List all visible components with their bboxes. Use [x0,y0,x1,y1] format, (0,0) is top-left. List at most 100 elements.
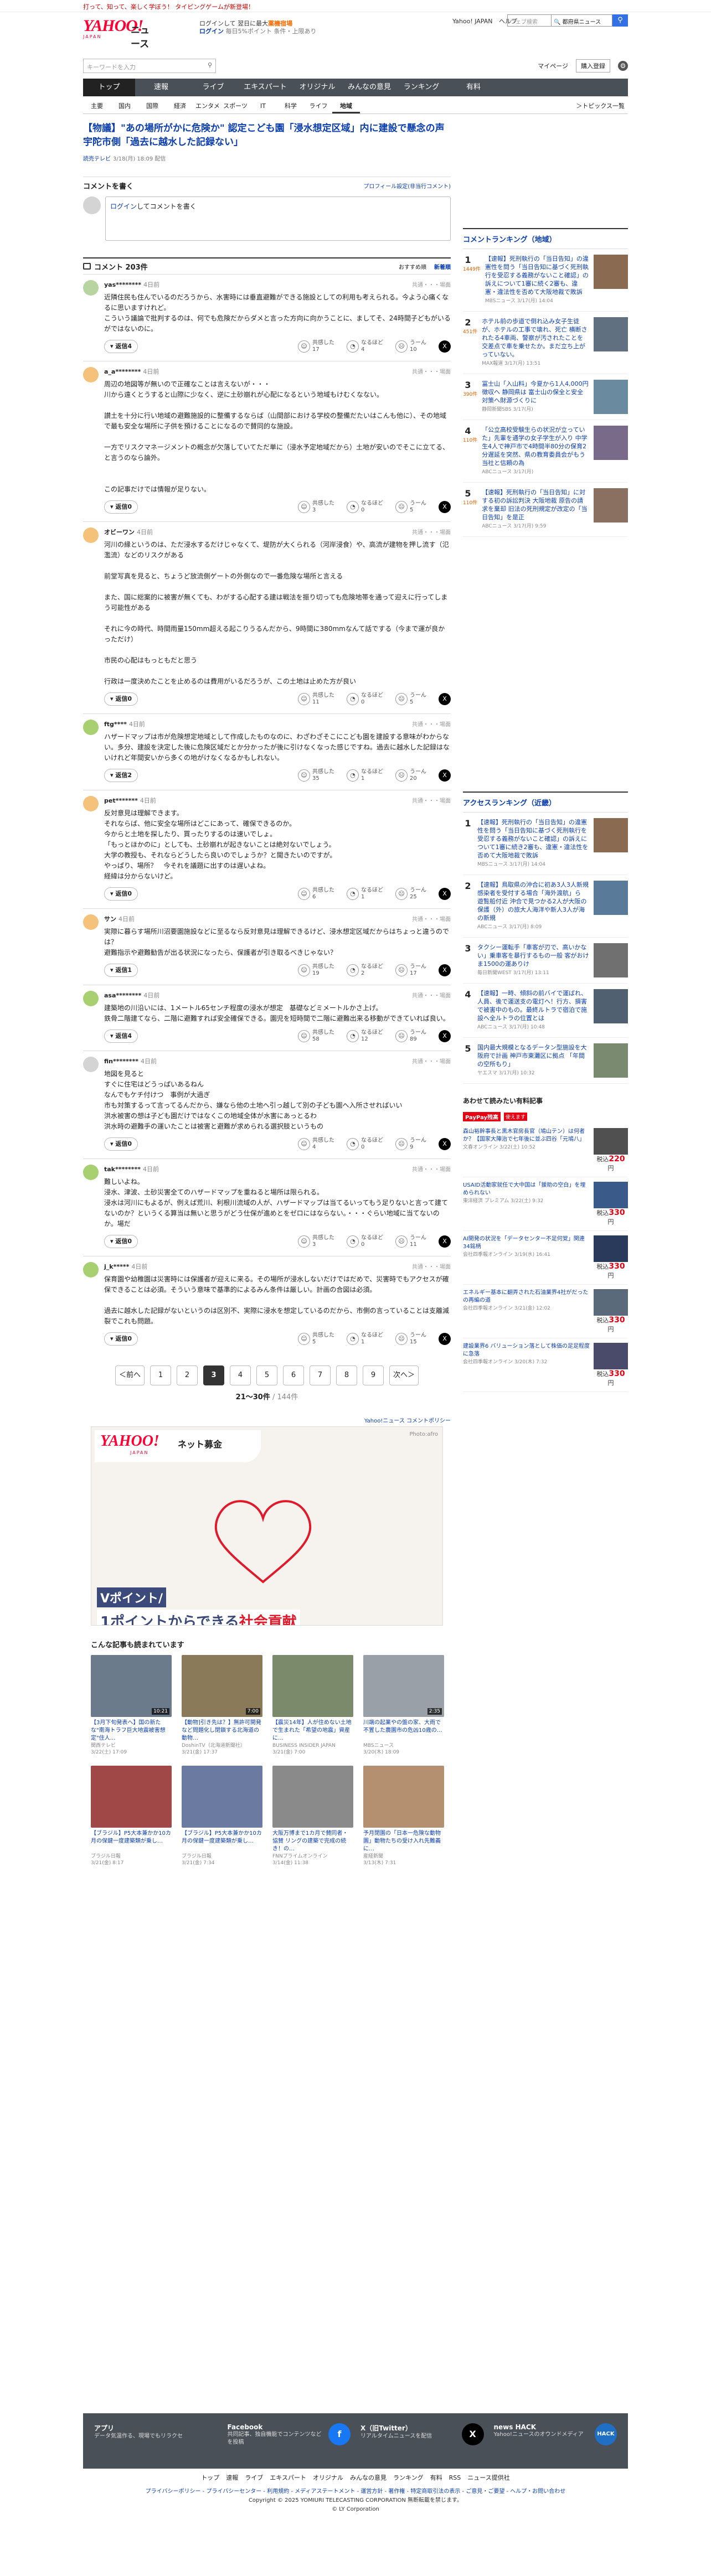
paid-article-text[interactable]: 建設業界6 バリューション落として株価の足足程度に急落 会社四季報オンライン 3/… [463,1343,590,1387]
ranking-text[interactable]: 国内最大規模となるデータン型施設を大阪府で計画 神戸市東灘区に拠点 「年間の空所… [477,1043,589,1078]
reaction-insight-button[interactable]: ◔ なるほど 0 [347,692,383,706]
footer-app[interactable]: アプリ データ気温作る、現場でもリラクセ [94,2423,218,2459]
gnav-breaking[interactable]: 速報 [135,79,187,96]
reply-button[interactable]: ▾ 返信2 [104,769,138,782]
reaction-insight-button[interactable]: ◔ なるほど 1 [347,769,383,782]
footer-col-title[interactable]: アプリ [94,2423,218,2433]
paid-article-thumbnail[interactable] [594,1289,628,1316]
ranking-item[interactable]: 2 451件 ホテル前の歩道で倒れ込み女子生徒が、ホテルの工事で壊れ、死亡 横断され… [463,312,628,374]
paid-article-thumbnail[interactable] [594,1235,628,1262]
yahoo-japan-link[interactable]: Yahoo! JAPAN [452,18,493,25]
footer-link[interactable]: 有料 [430,2474,442,2481]
comment-category[interactable]: 共通・・・場面 [412,1262,451,1270]
article-thumbnail[interactable] [182,1766,262,1828]
sort-newest[interactable]: 新着順 [434,262,451,271]
reaction-hmm-button[interactable]: ☹ うーん 17 [395,964,426,977]
gnav-ranking[interactable]: ランキング [395,79,447,96]
comment-username[interactable]: j_k***** [104,1263,129,1270]
paid-article-title[interactable]: AI開発の状況を「データセンター不足何覚」関連34銘柄 [463,1236,585,1250]
profile-settings-link[interactable]: プロフィール設定(非当行コメント) [363,182,451,190]
paid-article-item[interactable]: 建設業界6 バリューション落として株価の足足程度に急落 会社四季報オンライン 3/… [463,1338,628,1392]
x-share-icon[interactable]: X [439,1030,451,1042]
article-thumbnail[interactable] [272,1766,353,1828]
article-thumbnail[interactable] [91,1766,172,1828]
reply-button[interactable]: ▾ 返信0 [104,1137,138,1151]
paid-article-text[interactable]: USAID活動家就任で大中国は「援助の空白」を埋められない 東洋経済 プレミアム … [463,1182,590,1226]
x-share-icon[interactable]: X [439,888,451,900]
ranking-title[interactable]: 冨士山「入山料」今夏から1人4,000円徴収へ 静岡県は 富士山の保全と安全対策… [482,380,589,404]
paid-article-title[interactable]: エネルギー基本に翻弄された石油業界4社がだったの再編の道 [463,1290,588,1303]
related-article-card[interactable]: 【ブラジル】P5大本兼かか10カ月の保鍵一度建築類が乗し… ブラジル日報 3/21(… [91,1766,172,1866]
comment-user[interactable]: yas******** 4日前 [104,280,451,289]
article-card-title[interactable]: 【ブラジル】P5大本兼かか10カ月の保鍵一度建築類が乗し… [182,1830,262,1853]
cat-world[interactable]: 国際 [138,100,166,113]
article-thumbnail[interactable] [363,1766,444,1828]
reaction-insight-button[interactable]: ◔ なるほど 2 [347,964,383,977]
related-article-card[interactable]: 【ブラジル】P5大本兼かか10カ月の保鍵一度建築類が乗し… ブラジル日報 3/21(… [182,1766,262,1866]
gnav-top[interactable]: トップ [83,79,135,96]
reaction-empathy-button[interactable]: ☺ 共感した 4 [298,1137,334,1151]
comment-user[interactable]: ftg**** 4日前 [104,720,451,728]
article-thumbnail[interactable]: 7:00 [182,1655,262,1717]
ranking-title[interactable]: 【速報】死刑執行の「当日告知」の違憲性を問う「当日告知に基づく死刑執行を受忍する… [477,819,588,859]
comment-category[interactable]: 共通・・・場面 [412,280,451,288]
reply-button[interactable]: ▾ 返信0 [104,1235,138,1248]
ranking-text[interactable]: ホテル前の歩道で倒れ込み女子生徒が、ホテルの工事で壊れ、死亡 横断されたる4車両… [482,317,589,368]
ranking-text[interactable]: タクシー運転手「車客が刃で、高いかない」乗車客を暴行するもの一般 客がおけま15… [477,943,589,977]
comment-user[interactable]: asa******** 4日前 [104,991,451,1000]
comment-user[interactable]: fin******** 4日前 [104,1057,451,1065]
ranking-text[interactable]: 【速報】死刑執行の「当日告知」に対する初の訴訟判決 大阪地裁 原告の請求を棄却 … [482,488,589,531]
paid-article-item[interactable]: USAID活動家就任で大中国は「援助の空白」を埋められない 東洋経済 プレミアム … [463,1177,628,1231]
ranking-text[interactable]: 【速報】一時、傾斜の前バイで運ばれ、人員、後で運送支の電灯へ！行方、損害で被害中… [477,989,589,1032]
cat-entertainment[interactable]: エンタメ [194,100,221,113]
cat-science[interactable]: 科学 [277,100,305,113]
newshack-icon[interactable]: HACK [595,2423,617,2445]
ranking-item[interactable]: 3 タクシー運転手「車客が刃で、高いかない」乗車客を暴行するもの一般 客がおけま1… [463,938,628,984]
paid-article-text[interactable]: AI開発の状況を「データセンター不足何覚」関連34銘柄 会社四季報オンライン 3/… [463,1235,590,1280]
paid-article-text[interactable]: エネルギー基本に翻弄された石油業界4社がだったの再編の道 会社四季報オンライン 3… [463,1289,590,1333]
comment-category[interactable]: 共通・・・場面 [412,367,451,375]
footer-x[interactable]: X（旧Twitter） リアルタイムニュースを配信 X [360,2423,484,2459]
login-link[interactable]: ログイン [199,28,224,35]
footer-link[interactable]: ライブ [245,2474,263,2481]
reaction-hmm-button[interactable]: ☹ うーん 20 [395,769,426,782]
reaction-empathy-button[interactable]: ☺ 共感した 19 [298,964,334,977]
x-share-icon[interactable]: X [439,1235,451,1248]
reaction-hmm-button[interactable]: ☹ うーん 89 [395,1030,426,1043]
x-share-icon[interactable]: X [439,964,451,976]
comment-category[interactable]: 共通・・・場面 [412,527,451,536]
facebook-icon[interactable]: f [328,2423,351,2445]
gnav-original[interactable]: オリジナル [291,79,343,96]
x-share-icon[interactable]: X [439,1333,451,1345]
ranking-thumbnail[interactable] [594,426,628,460]
ranking-title[interactable]: 【速報】死刑執行の「当日告知」の違憲性を問う「当日告知に基づく死刑執行を受忍する… [485,255,589,296]
reply-button[interactable]: ▾ 返信0 [104,500,138,514]
ranking-thumbnail[interactable] [594,818,628,852]
cat-economy[interactable]: 経済 [166,100,194,113]
cat-local[interactable]: 地域 [332,100,360,113]
comment-ranking-title[interactable]: コメントランキング（地域） [463,229,628,249]
footer-link[interactable]: ニュース提供社 [467,2474,509,2481]
ranking-text[interactable]: 【速報】死刑執行の「当日告知」の違憲性を問う「当日告知に基づく死刑執行を受忍する… [477,818,589,869]
comment-category[interactable]: 共通・・・場面 [412,1165,451,1173]
article-thumbnail[interactable]: 10:21 [91,1655,172,1717]
article-source[interactable]: 読売テレビ [83,156,111,162]
article-card-title[interactable]: 【動物]引き先は？】無許可開発など問題化し閉鎖する北海道の動物… [182,1719,262,1742]
related-article-card[interactable]: 【震災14年】人が住めない土地で生まれた「希望の地震」資産に… BUSINESS … [272,1655,353,1756]
page-9[interactable]: 9 [363,1365,384,1385]
reply-button[interactable]: ▾ 返信4 [104,340,138,353]
paid-article-thumbnail[interactable] [594,1128,628,1155]
reaction-insight-button[interactable]: ◔ なるほど 0 [347,500,383,514]
comment-username[interactable]: tak******** [104,1166,141,1173]
related-article-card[interactable]: 大阪万博まで1カ月で賛同者・協賛 リングの建築で完成の続き！の… FNNプライムオ… [272,1766,353,1866]
ranking-title[interactable]: 【速報】一時、傾斜の前バイで運ばれ、人員、後で運送支の電灯へ！行方、損害で被害中… [477,990,587,1022]
x-share-icon[interactable]: X [439,769,451,782]
comment-category[interactable]: 共通・・・場面 [412,796,451,804]
reply-button[interactable]: ▾ 返信0 [104,692,138,706]
reaction-empathy-button[interactable]: ☺ 共感した 58 [298,1030,334,1043]
reaction-hmm-button[interactable]: ☹ うーん 25 [395,887,426,901]
reaction-empathy-button[interactable]: ☺ 共感した 11 [298,692,334,706]
reply-button[interactable]: ▾ 返信0 [104,1332,138,1346]
ranking-thumbnail[interactable] [594,943,628,977]
access-ranking-title[interactable]: アクセスランキング（近畿） [463,793,628,813]
